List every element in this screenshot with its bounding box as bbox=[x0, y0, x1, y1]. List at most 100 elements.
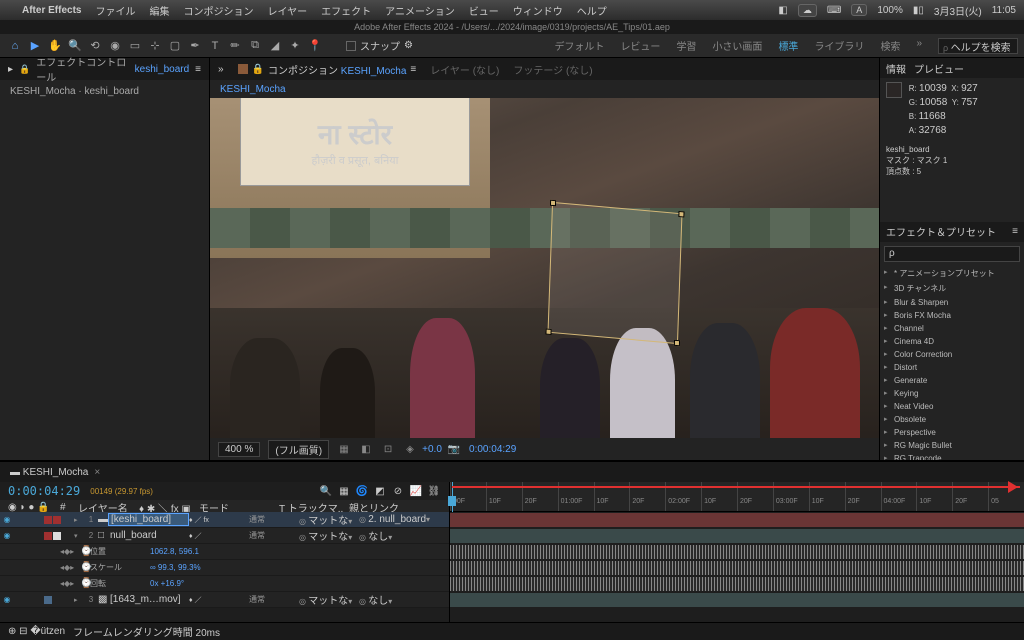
preset-category[interactable]: RG Trapcode bbox=[880, 452, 1024, 460]
keyframe-track-scale[interactable] bbox=[450, 561, 1024, 575]
timeline-tab[interactable]: KESHI_Mocha bbox=[23, 467, 89, 478]
comp-subtab[interactable]: KESHI_Mocha bbox=[220, 84, 286, 95]
prop-rotation[interactable]: ◂◆▸⌚回転0x +16.9° bbox=[0, 576, 449, 592]
tl-comp-icon[interactable]: ▦ bbox=[337, 486, 351, 497]
wifi-icon[interactable]: ⌨ bbox=[827, 5, 841, 16]
layer-bar-2[interactable] bbox=[450, 529, 1024, 543]
timeline-tab-icon[interactable]: ▬ bbox=[10, 467, 20, 478]
ws-search[interactable]: 検索 bbox=[874, 36, 906, 55]
preset-category[interactable]: Channel bbox=[880, 322, 1024, 335]
effects-presets-tab[interactable]: エフェクト＆プリセット bbox=[886, 224, 996, 239]
timeline-tab-close[interactable]: × bbox=[94, 467, 100, 478]
hand-tool-icon[interactable]: ✋ bbox=[46, 37, 64, 55]
preset-category[interactable]: Cinema 4D bbox=[880, 335, 1024, 348]
layer-mask-outline[interactable] bbox=[548, 202, 683, 344]
panel-toggle-icon[interactable]: » bbox=[218, 64, 224, 75]
lock-icon[interactable]: 🔒 bbox=[19, 64, 30, 75]
orbit-tool-icon[interactable]: ⟲ bbox=[86, 37, 104, 55]
menubar-date[interactable]: 3月3日(火) bbox=[934, 3, 982, 18]
grid-icon[interactable]: ▦ bbox=[337, 442, 351, 456]
battery-icon[interactable]: ▮▯ bbox=[913, 5, 924, 16]
ws-standard[interactable]: 標準 bbox=[772, 36, 804, 55]
preset-category[interactable]: Obsolete bbox=[880, 413, 1024, 426]
preset-category[interactable]: Color Correction bbox=[880, 348, 1024, 361]
menu-composition[interactable]: コンポジション bbox=[183, 3, 253, 18]
project-icon[interactable]: ▸ bbox=[8, 64, 13, 75]
tl-shy-icon[interactable]: 🌀 bbox=[355, 486, 369, 497]
preset-category[interactable]: Boris FX Mocha bbox=[880, 309, 1024, 322]
selection-tool-icon[interactable]: ▶ bbox=[26, 37, 44, 55]
layer-bar-3[interactable] bbox=[450, 593, 1024, 607]
layer-bar-1[interactable] bbox=[450, 513, 1024, 527]
viewer-timecode[interactable]: 0:00:04:29 bbox=[469, 444, 516, 455]
ws-default[interactable]: デフォルト bbox=[548, 36, 610, 55]
rotate-tool-icon[interactable]: ◉ bbox=[106, 37, 124, 55]
menu-window[interactable]: ウィンドウ bbox=[513, 3, 563, 18]
preset-category[interactable]: Distort bbox=[880, 361, 1024, 374]
preset-category[interactable]: 3D チャンネル bbox=[880, 281, 1024, 296]
menubar-time[interactable]: 11:05 bbox=[992, 5, 1016, 16]
keyframe-track-position[interactable] bbox=[450, 545, 1024, 559]
toggle-switches-icon[interactable]: ⊕ ⊟ �ützen bbox=[8, 626, 65, 637]
timeline-tracks[interactable] bbox=[450, 512, 1024, 622]
anchor-tool-icon[interactable]: ⊹ bbox=[146, 37, 164, 55]
prop-scale[interactable]: ◂◆▸⌚スケール∞ 99.3, 99.3% bbox=[0, 560, 449, 576]
preset-category[interactable]: Generate bbox=[880, 374, 1024, 387]
timeline-timecode[interactable]: 0:00:04:29 bbox=[8, 484, 80, 498]
menu-layer[interactable]: レイヤー bbox=[267, 3, 307, 18]
menu-file[interactable]: ファイル bbox=[95, 3, 135, 18]
app-name[interactable]: After Effects bbox=[22, 5, 81, 16]
camera-tool-icon[interactable]: ▭ bbox=[126, 37, 144, 55]
channel-icon[interactable]: ◈ bbox=[403, 442, 417, 456]
comp-tab[interactable]: 🔒コンポジション KESHI_Mocha≡ bbox=[238, 62, 417, 77]
keyframe-track-rotation[interactable] bbox=[450, 577, 1024, 591]
ime-indicator[interactable]: A bbox=[851, 4, 867, 16]
tl-search-icon[interactable]: 🔍 bbox=[319, 486, 333, 497]
tl-blur-icon[interactable]: ⊘ bbox=[391, 486, 405, 497]
preset-category[interactable]: Keying bbox=[880, 387, 1024, 400]
ws-library[interactable]: ライブラリ bbox=[808, 36, 870, 55]
layer-row-3[interactable]: ◉▸3▩[1643_m…mov]♦ ／通常◎ マットな▾◎ なし▾ bbox=[0, 592, 449, 608]
puppet-tool-icon[interactable]: 📍 bbox=[306, 37, 324, 55]
pen-tool-icon[interactable]: ✒ bbox=[186, 37, 204, 55]
zoom-tool-icon[interactable]: 🔍 bbox=[66, 37, 84, 55]
ws-small[interactable]: 小さい画面 bbox=[706, 36, 768, 55]
home-icon[interactable]: ⌂ bbox=[6, 37, 24, 55]
info-panel-tab[interactable]: 情報 bbox=[886, 61, 906, 76]
menu-view[interactable]: ビュー bbox=[469, 3, 499, 18]
tl-graph-icon[interactable]: 📈 bbox=[409, 486, 423, 497]
clone-tool-icon[interactable]: ⧉ bbox=[246, 37, 264, 55]
layer-row-2[interactable]: ◉▾2□null_board♦ ／通常◎ マットな▾◎ なし▾ bbox=[0, 528, 449, 544]
menu-animation[interactable]: アニメーション bbox=[385, 3, 455, 18]
ws-learn[interactable]: 学習 bbox=[670, 36, 702, 55]
preset-category[interactable]: Blur & Sharpen bbox=[880, 296, 1024, 309]
preset-search-input[interactable]: ρ bbox=[884, 246, 1020, 262]
resolution-dropdown[interactable]: (フル画質) bbox=[268, 440, 329, 459]
preset-category[interactable]: Neat Video bbox=[880, 400, 1024, 413]
mask-toggle-icon[interactable]: ◧ bbox=[359, 442, 373, 456]
layer-tab[interactable]: レイヤー (なし) bbox=[430, 62, 499, 77]
region-icon[interactable]: ⊡ bbox=[381, 442, 395, 456]
eraser-tool-icon[interactable]: ◢ bbox=[266, 37, 284, 55]
menu-edit[interactable]: 編集 bbox=[149, 3, 169, 18]
preset-category[interactable]: RG Magic Bullet bbox=[880, 439, 1024, 452]
preset-category[interactable]: * アニメーションプリセット bbox=[880, 266, 1024, 281]
menu-effect[interactable]: エフェクト bbox=[321, 3, 371, 18]
help-search-input[interactable]: ρ ヘルプを検索 bbox=[938, 38, 1018, 54]
comp-viewport[interactable]: ना स्टोरहौज़री व प्रसूत, बनिया bbox=[210, 98, 879, 438]
tl-draft3d-icon[interactable]: ◩ bbox=[373, 486, 387, 497]
zoom-dropdown[interactable]: 400 % bbox=[218, 442, 260, 457]
exposure-value[interactable]: +0.0 bbox=[425, 442, 439, 456]
footage-tab[interactable]: フッテージ (なし) bbox=[513, 62, 592, 77]
shape-tool-icon[interactable]: ▢ bbox=[166, 37, 184, 55]
preview-panel-tab[interactable]: プレビュー bbox=[914, 61, 964, 76]
cc-icon[interactable]: ☁ bbox=[798, 4, 817, 17]
prop-position[interactable]: ◂◆▸⌚位置1062.8, 596.1 bbox=[0, 544, 449, 560]
menu-help[interactable]: ヘルプ bbox=[577, 3, 607, 18]
snapshot-icon[interactable]: 📷 bbox=[447, 442, 461, 456]
preset-category[interactable]: Perspective bbox=[880, 426, 1024, 439]
text-tool-icon[interactable]: T bbox=[206, 37, 224, 55]
layer-row-1[interactable]: ◉▸1▬[keshi_board]♦ ／ fx通常◎ マットな▾◎ 2. nul… bbox=[0, 512, 449, 528]
brush-tool-icon[interactable]: ✏ bbox=[226, 37, 244, 55]
ws-review[interactable]: レビュー bbox=[614, 36, 666, 55]
